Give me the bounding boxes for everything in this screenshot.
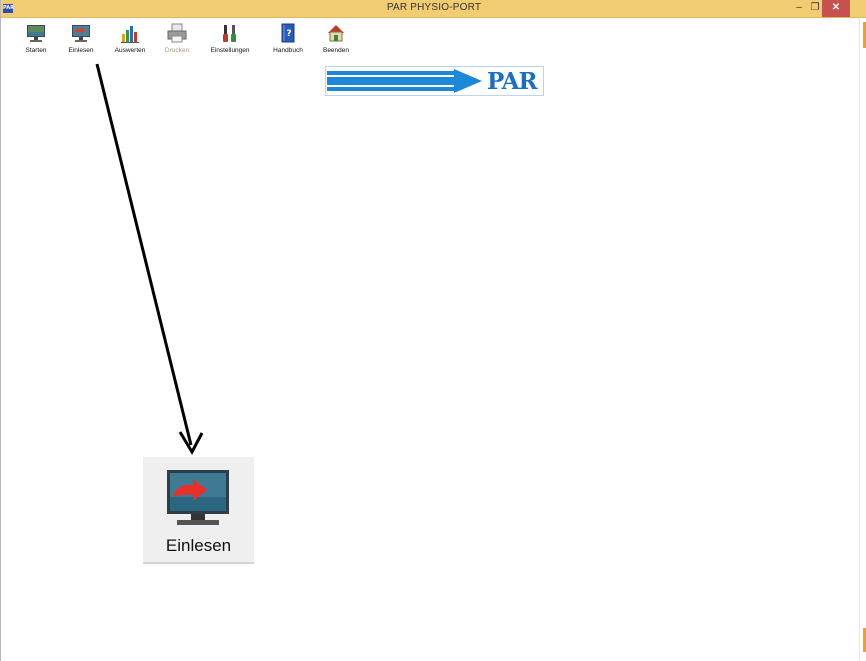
background-window-edge (859, 18, 866, 661)
monitor-import-icon (167, 470, 229, 525)
app-window: PAR PAR PHYSIO-PORT – ❐ ✕ Starten Einles… (0, 0, 866, 661)
einlesen-zoom-callout: Einlesen (143, 457, 254, 564)
callout-pointer-arrow (95, 63, 204, 456)
callout-label: Einlesen (165, 536, 232, 555)
